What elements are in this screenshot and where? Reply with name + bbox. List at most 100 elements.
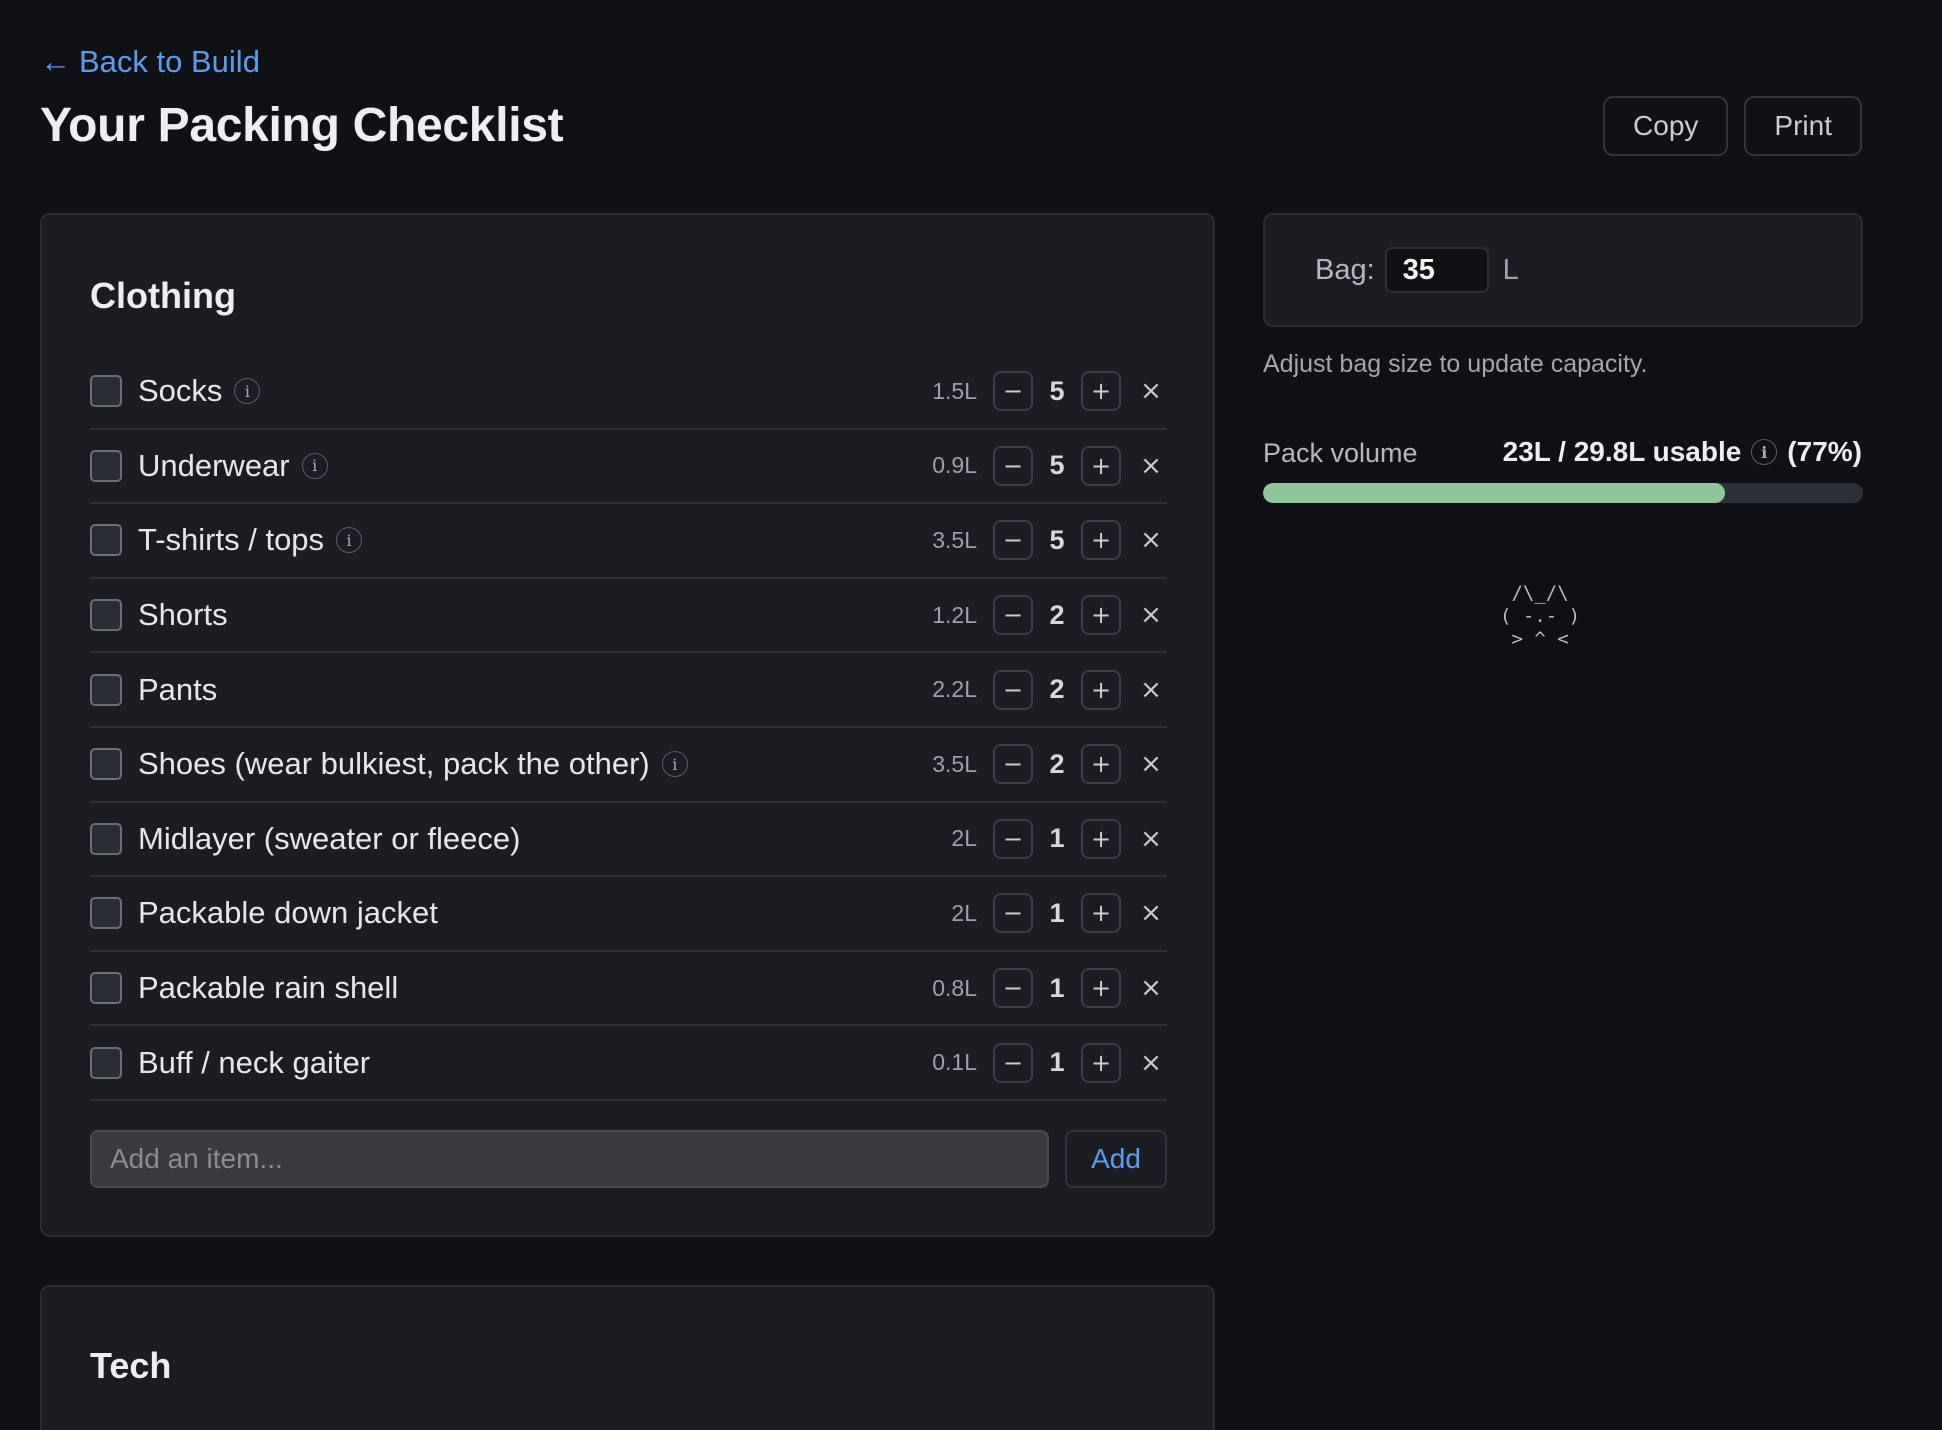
decrement-button[interactable]: − [993, 893, 1033, 934]
increment-button[interactable]: + [1081, 1042, 1121, 1083]
info-icon[interactable]: i [661, 751, 688, 778]
item-quantity: 1 [1049, 823, 1065, 854]
item-checkbox[interactable] [90, 748, 122, 781]
decrement-button[interactable]: − [993, 669, 1033, 710]
decrement-button[interactable]: − [993, 1042, 1033, 1083]
item-volume: 2.2L [932, 676, 977, 703]
back-link-label: Back to Build [79, 44, 260, 79]
remove-item-icon[interactable]: × [1139, 1048, 1163, 1078]
pack-volume-value: 23L / 29.8L usable [1502, 436, 1742, 467]
remove-item-icon[interactable]: × [1139, 824, 1163, 854]
item-checkbox[interactable] [90, 375, 122, 408]
item-volume: 3.5L [932, 750, 977, 777]
item-name: Shoes (wear bulkiest, pack the other) [138, 746, 650, 782]
increment-button[interactable]: + [1081, 968, 1121, 1009]
item-quantity: 5 [1049, 450, 1065, 481]
item-checkbox[interactable] [90, 972, 122, 1005]
list-item: Shorts 1.2L −2 + × [90, 579, 1167, 654]
item-name: Buff / neck gaiter [138, 1044, 371, 1080]
list-item: Buff / neck gaiter 0.1L −1 + × [90, 1026, 1167, 1101]
increment-button[interactable]: + [1081, 818, 1121, 859]
tech-section-title: Tech [90, 1345, 172, 1386]
back-to-build-link[interactable]: ← Back to Build [40, 44, 260, 80]
page-title: Your Packing Checklist [40, 99, 564, 152]
add-item-input[interactable] [90, 1130, 1049, 1188]
item-name: Socks [138, 373, 223, 409]
clothing-card: Clothing Socks i 1.5L −5 + × Underwear i 0.9L −5 +… [40, 213, 1215, 1237]
decrement-button[interactable]: − [993, 595, 1033, 636]
info-icon[interactable]: i [234, 378, 261, 405]
pack-volume-label: Pack volume [1263, 438, 1418, 468]
remove-item-icon[interactable]: × [1139, 376, 1163, 406]
item-name: Midlayer (sweater or fleece) [138, 820, 521, 856]
increment-button[interactable]: + [1081, 595, 1121, 636]
list-item: Pants 2.2L −2 + × [90, 653, 1167, 728]
info-icon[interactable]: i [336, 527, 363, 554]
decrement-button[interactable]: − [993, 968, 1033, 1009]
pack-volume-progress-fill [1263, 483, 1725, 503]
remove-item-icon[interactable]: × [1139, 600, 1163, 630]
item-controls: 2.2L −2 + × [897, 669, 1167, 710]
decrement-button[interactable]: − [993, 520, 1033, 561]
list-item: Shoes (wear bulkiest, pack the other) i 3.… [90, 728, 1167, 803]
item-checkbox[interactable] [90, 1046, 122, 1079]
remove-item-icon[interactable]: × [1139, 973, 1163, 1003]
add-item-row: Add [90, 1130, 1167, 1188]
decrement-button[interactable]: − [993, 445, 1033, 486]
bag-size-card: Bag: L [1263, 213, 1863, 327]
list-item: Packable rain shell 0.8L −1 + × [90, 952, 1167, 1027]
item-quantity: 1 [1049, 972, 1065, 1003]
list-item: Midlayer (sweater or fleece) 2L −1 + × [90, 803, 1167, 878]
item-quantity: 5 [1049, 524, 1065, 555]
bag-size-hint: Adjust bag size to update capacity. [1263, 350, 1648, 378]
remove-item-icon[interactable]: × [1139, 451, 1163, 481]
bag-unit-label: L [1502, 253, 1519, 286]
item-volume: 0.1L [932, 1049, 977, 1076]
remove-item-icon[interactable]: × [1139, 898, 1163, 928]
item-name: Shorts [138, 597, 228, 633]
bag-size-input[interactable] [1384, 247, 1489, 293]
remove-item-icon[interactable]: × [1139, 525, 1163, 555]
pack-volume-percent: (77%) [1787, 436, 1862, 467]
item-quantity: 2 [1049, 674, 1065, 705]
clothing-section-title: Clothing [90, 275, 236, 316]
info-icon[interactable]: i [301, 452, 328, 479]
add-item-button[interactable]: Add [1065, 1130, 1167, 1188]
item-checkbox[interactable] [90, 524, 122, 557]
remove-item-icon[interactable]: × [1139, 749, 1163, 779]
increment-button[interactable]: + [1081, 893, 1121, 934]
item-checkbox[interactable] [90, 673, 122, 706]
ascii-cat-art: /\_/\ ( -.- ) > ^ < [1500, 582, 1581, 650]
decrement-button[interactable]: − [993, 371, 1033, 412]
item-volume: 3.5L [932, 526, 977, 553]
item-volume: 1.5L [932, 377, 977, 404]
pack-volume-summary: 23L / 29.8L usable i (77%) [1503, 436, 1862, 468]
decrement-button[interactable]: − [993, 818, 1033, 859]
packing-checklist-page: ← Back to Build Your Packing Checklist C… [0, 0, 1942, 1430]
copy-button[interactable]: Copy [1603, 96, 1729, 156]
item-volume: 1.2L [932, 601, 977, 628]
item-name: Underwear [138, 447, 290, 483]
decrement-button[interactable]: − [993, 744, 1033, 785]
info-icon[interactable]: i [1751, 439, 1778, 465]
item-volume: 2L [951, 899, 977, 926]
item-quantity: 2 [1049, 599, 1065, 630]
item-checkbox[interactable] [90, 822, 122, 855]
print-button[interactable]: Print [1744, 96, 1862, 156]
increment-button[interactable]: + [1081, 520, 1121, 561]
item-controls: 2L −1 + × [897, 818, 1167, 859]
item-checkbox[interactable] [90, 599, 122, 632]
increment-button[interactable]: + [1081, 371, 1121, 412]
item-controls: 0.1L −1 + × [897, 1042, 1167, 1083]
increment-button[interactable]: + [1081, 744, 1121, 785]
item-checkbox[interactable] [90, 897, 122, 930]
item-name: Packable down jacket [138, 895, 438, 931]
increment-button[interactable]: + [1081, 445, 1121, 486]
remove-item-icon[interactable]: × [1139, 675, 1163, 705]
item-checkbox[interactable] [90, 449, 122, 482]
item-controls: 2L −1 + × [897, 893, 1167, 934]
item-quantity: 1 [1049, 897, 1065, 928]
bag-label: Bag: [1315, 253, 1375, 286]
item-volume: 0.8L [932, 974, 977, 1001]
increment-button[interactable]: + [1081, 669, 1121, 710]
